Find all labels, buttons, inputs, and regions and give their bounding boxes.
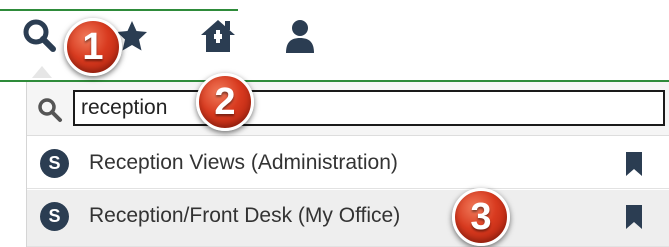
home-button[interactable] xyxy=(196,14,240,58)
result-label: Reception Views (Administration) xyxy=(89,151,398,174)
home-icon xyxy=(201,20,235,52)
user-icon xyxy=(286,20,314,53)
result-badge: S xyxy=(40,149,69,178)
dropdown-caret xyxy=(32,66,52,78)
result-item[interactable]: S Reception/Front Desk (My Office) xyxy=(27,190,669,247)
result-item[interactable]: S Reception Views (Administration) xyxy=(27,137,669,189)
result-label: Reception/Front Desk (My Office) xyxy=(89,204,401,227)
user-button[interactable] xyxy=(278,14,322,58)
step-marker-3: 3 xyxy=(452,188,510,246)
search-dropdown: S Reception Views (Administration) S Rec… xyxy=(26,82,669,247)
search-input[interactable] xyxy=(73,90,665,126)
search-icon xyxy=(23,19,56,52)
bookmark-icon[interactable] xyxy=(624,151,644,177)
toolbar-accent-line xyxy=(0,9,238,11)
step-marker-2: 2 xyxy=(196,73,254,131)
search-button[interactable] xyxy=(18,14,62,58)
step-marker-1: 1 xyxy=(64,18,122,76)
search-row xyxy=(27,82,669,136)
app-screen: S Reception Views (Administration) S Rec… xyxy=(0,0,669,247)
result-badge: S xyxy=(40,202,69,231)
bookmark-icon[interactable] xyxy=(624,204,644,230)
search-icon xyxy=(37,97,63,123)
